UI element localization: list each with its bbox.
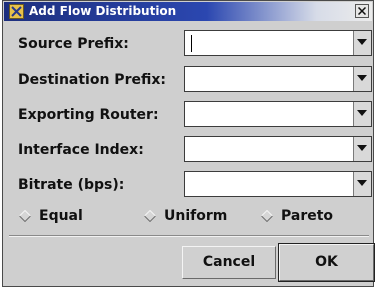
exporting-router-row: Exporting Router: [3,98,373,132]
radio-diamond-icon[interactable] [144,210,156,222]
chevron-down-icon[interactable] [353,172,371,196]
interface-index-combobox[interactable] [184,136,372,162]
cancel-button[interactable]: Cancel [182,246,276,279]
separator [9,235,369,237]
dialog-title: Add Flow Distribution [29,4,177,18]
source-prefix-row: Source Prefix: [3,27,373,61]
bitrate-row: Bitrate (bps): [3,168,373,202]
source-prefix-label: Source Prefix: [18,36,129,52]
chevron-down-icon[interactable] [353,67,371,91]
title-bar[interactable]: Add Flow Distribution [4,2,372,21]
x-app-icon [9,4,24,19]
ok-button[interactable]: OK [278,243,375,282]
radio-diamond-icon[interactable] [19,210,31,222]
source-prefix-combobox[interactable] [184,30,372,56]
chevron-down-icon[interactable] [353,137,371,161]
chevron-down-icon[interactable] [353,102,371,126]
bitrate-label: Bitrate (bps): [18,177,125,193]
radio-uniform-label: Uniform [164,208,228,224]
chevron-down-icon[interactable] [353,31,371,55]
bitrate-combobox[interactable] [184,171,372,197]
destination-prefix-label: Destination Prefix: [18,72,166,88]
add-flow-distribution-dialog: Add Flow Distribution Source Prefix: Des… [2,0,375,287]
radio-equal-label: Equal [39,208,83,224]
distribution-radio-group: Equal Uniform Pareto [3,206,373,228]
text-cursor [191,35,192,52]
destination-prefix-combobox[interactable] [184,66,372,92]
interface-index-row: Interface Index: [3,133,373,167]
close-icon[interactable] [355,4,369,18]
exporting-router-combobox[interactable] [184,101,372,127]
radio-diamond-icon[interactable] [261,210,273,222]
interface-index-label: Interface Index: [18,142,144,158]
radio-pareto-label: Pareto [281,208,334,224]
exporting-router-label: Exporting Router: [18,107,159,123]
destination-prefix-row: Destination Prefix: [3,63,373,97]
